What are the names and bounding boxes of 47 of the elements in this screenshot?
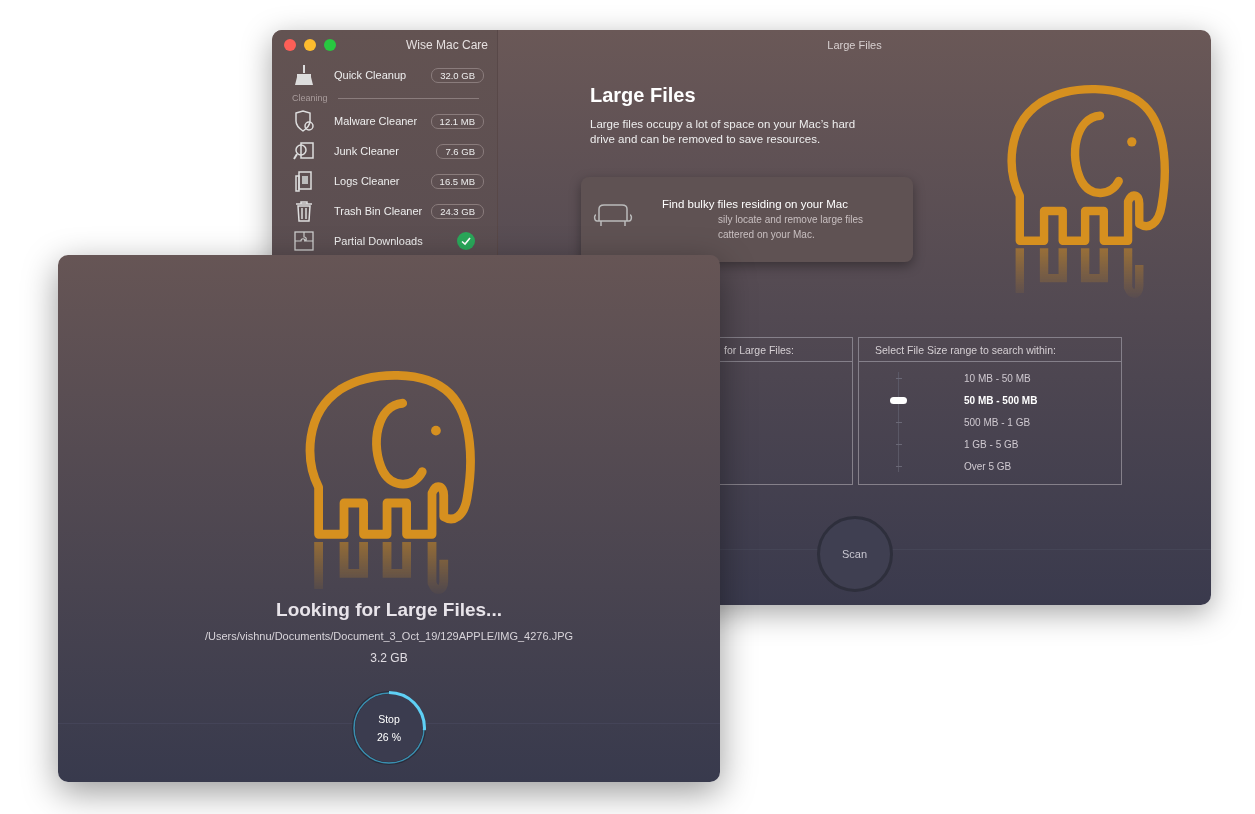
sidebar-item[interactable]: Partial Downloads — [272, 226, 497, 256]
window-title: Large Files — [827, 39, 882, 51]
page-heading: Large Files — [590, 84, 697, 107]
item-label: Junk Cleaner — [334, 145, 400, 157]
size-badge: 24.3 GB — [431, 203, 484, 219]
progress-percent: 26 % — [377, 729, 401, 745]
sidebar-item[interactable]: Trash Bin Cleaner 24.3 GB — [272, 196, 497, 226]
size-option[interactable]: 10 MB - 50 MB — [919, 367, 1121, 390]
card-text: sily locate and remove large files — [717, 214, 864, 225]
sofa-icon — [593, 203, 633, 229]
item-label: Partial Downloads — [334, 235, 424, 247]
size-badge: 12.1 MB — [430, 113, 484, 129]
item-label: Trash Bin Cleaner — [334, 205, 424, 217]
scan-title: Looking for Large Files... — [276, 598, 502, 621]
file-path: /Users/vishnu/Documents/Document_3_Oct_19/129APPLE/IMG_4276.JPG — [204, 629, 574, 642]
puzzle-icon — [292, 229, 316, 253]
zoom-button[interactable] — [324, 39, 336, 51]
scan-button[interactable]: Scan — [816, 516, 893, 593]
size-badge: 16.5 MB — [430, 173, 484, 189]
page-description: Large files occupy a lot of space on your Mac’s hard drive and can be removed to save resources. — [590, 117, 857, 147]
sidebar-item[interactable]: Malware Cleaner 12.1 MB — [272, 106, 497, 136]
size-badge: 7.6 GB — [436, 143, 484, 159]
shield-gear-icon — [292, 109, 316, 133]
item-label: Malware Cleaner — [334, 115, 419, 127]
card-title: Find bulky files residing on your Mac — [662, 198, 849, 210]
scanned-size: 3.2 GB — [370, 650, 408, 665]
card-text: cattered on your Mac. — [717, 229, 816, 240]
size-badge: 32.0 GB — [431, 67, 484, 83]
broom-icon — [292, 63, 316, 87]
sidebar-item[interactable]: Logs Cleaner 16.5 MB — [272, 166, 497, 196]
stop-button[interactable]: Stop 26 % — [355, 693, 423, 762]
size-option[interactable]: Over 5 GB — [919, 455, 1121, 478]
minimize-button[interactable] — [304, 39, 316, 51]
check-icon — [457, 232, 475, 250]
close-button[interactable] — [284, 39, 296, 51]
panel-header: for Large Files: — [723, 343, 795, 356]
sidebar-item[interactable]: Junk Cleaner 7.6 GB — [272, 136, 497, 166]
slider-thumb[interactable] — [890, 396, 907, 404]
section-label: Cleaning — [292, 93, 328, 103]
size-option[interactable]: 50 MB - 500 MB — [919, 389, 1121, 412]
app-title: Wise Mac Care — [406, 38, 488, 52]
item-label: Logs Cleaner — [334, 175, 401, 187]
size-option[interactable]: 500 MB - 1 GB — [919, 411, 1121, 434]
panel-header: Select File Size range to search within: — [874, 343, 1056, 356]
size-option[interactable]: 1 GB - 5 GB — [919, 433, 1121, 456]
sidebar-item[interactable]: Quick Cleanup 32.0 GB — [272, 60, 497, 90]
item-label: Quick Cleanup — [334, 69, 408, 81]
